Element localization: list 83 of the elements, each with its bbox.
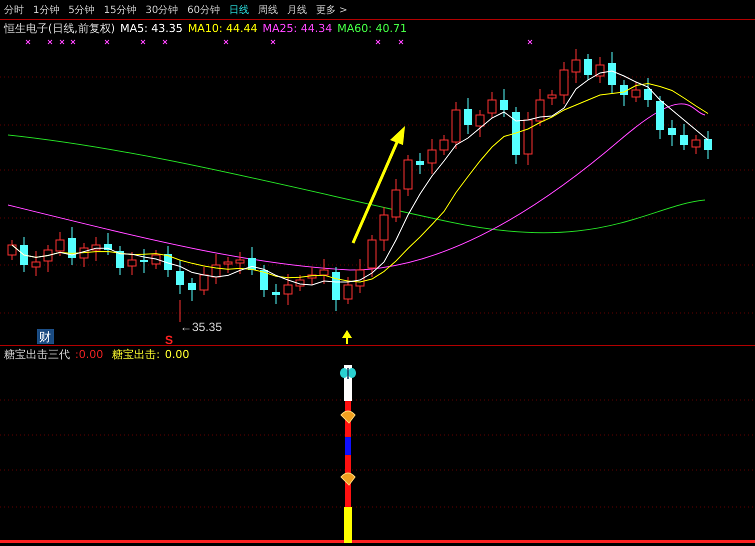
candlestick [260, 264, 268, 298]
stock-title: 恒生电子(日线,前复权) [4, 20, 116, 36]
candlestick [32, 250, 40, 276]
candlestick [440, 134, 448, 156]
ma-legend: MA5: 43.35 [120, 22, 183, 34]
indicator-value: 0.00 [164, 348, 190, 360]
candlestick [692, 134, 700, 154]
candlestick [680, 124, 688, 150]
candlestick [272, 284, 280, 304]
candlestick [500, 88, 508, 118]
candlestick [392, 178, 400, 222]
indicator-value: :0.00 [75, 348, 104, 360]
period-tab[interactable]: 分时 [4, 2, 24, 16]
candlestick [572, 48, 580, 84]
candlestick [248, 246, 256, 276]
candlestick [584, 54, 592, 80]
candlestick [296, 274, 304, 292]
period-tab[interactable]: 月线 [286, 2, 307, 16]
candlestick [68, 226, 76, 266]
candlestick [236, 252, 244, 274]
candlestick [140, 248, 148, 274]
candlestick [416, 152, 424, 174]
candlestick [668, 120, 676, 146]
candlestick [92, 236, 100, 262]
candlestick [704, 130, 712, 160]
candlestick [560, 62, 568, 104]
candlestick [644, 78, 652, 108]
candlestick [608, 52, 616, 94]
period-tab[interactable]: 15分钟 [104, 2, 136, 16]
period-tab[interactable]: 周线 [258, 2, 278, 16]
candlestick [224, 256, 232, 274]
period-tab[interactable]: 5分钟 [68, 2, 95, 16]
indicator-name: 糖宝出击三代 [4, 346, 70, 362]
candlestick [476, 110, 484, 138]
ma-legend: MA60: 40.71 [337, 22, 407, 34]
candlestick [536, 88, 544, 126]
candlestick [380, 206, 388, 252]
candlestick [128, 252, 136, 276]
candlestick [20, 236, 28, 272]
candlestick [284, 274, 292, 306]
candlestick [320, 258, 328, 284]
candlestick [116, 246, 124, 276]
candlestick [164, 246, 172, 278]
candlestick [152, 250, 160, 270]
candlestick [428, 138, 436, 174]
candlestick [524, 112, 532, 166]
candlestick [488, 92, 496, 118]
candlestick [464, 98, 472, 134]
ma-legend: MA10: 44.44 [188, 22, 258, 34]
candlestick [656, 96, 664, 140]
candlestick [620, 80, 628, 106]
candlestick [44, 244, 52, 272]
candlestick [452, 102, 460, 150]
candlestick [8, 240, 16, 260]
period-tab[interactable]: 60分钟 [187, 2, 220, 16]
candlestick [104, 232, 112, 256]
period-tab[interactable]: 30分钟 [145, 2, 178, 16]
candlestick [368, 234, 376, 278]
low-price-label: ←35.35 [180, 320, 222, 334]
candlestick [56, 232, 64, 256]
candlestick [596, 56, 604, 84]
candlestick [212, 254, 220, 284]
signal-marker: S [165, 333, 174, 345]
candlestick [404, 154, 412, 196]
indicator-label: 糖宝出击: [112, 346, 160, 362]
candlestick [356, 258, 364, 294]
arrow-icon [352, 126, 405, 244]
period-tab[interactable]: 日线 [228, 2, 249, 16]
candlestick [188, 278, 196, 302]
candlestick [632, 82, 640, 102]
ma-legend: MA25: 44.34 [262, 22, 332, 34]
candlestick [548, 90, 556, 106]
candlestick [200, 266, 208, 296]
period-tab[interactable]: 更多 > [316, 2, 348, 16]
candlestick [176, 260, 184, 294]
candlestick [512, 106, 520, 164]
candlestick [308, 266, 316, 286]
candlestick [332, 266, 340, 312]
period-tab[interactable]: 1分钟 [33, 2, 60, 16]
candlestick [80, 242, 88, 268]
finance-marker: 财 [37, 329, 54, 344]
up-arrow-icon [342, 330, 352, 344]
candlestick [344, 276, 352, 304]
